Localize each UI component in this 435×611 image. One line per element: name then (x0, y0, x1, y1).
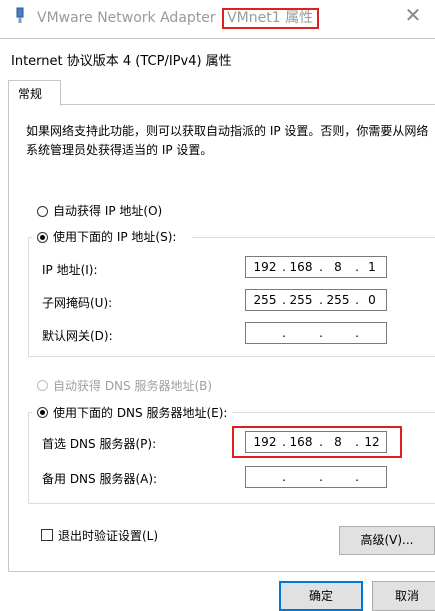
auto-dns-radio[interactable] (37, 380, 48, 391)
close-icon[interactable]: ✕ (401, 3, 425, 27)
alternate-dns-field[interactable]: . . . (245, 466, 387, 488)
auto-dns-label[interactable]: 自动获得 DNS 服务器地址(B) (53, 377, 212, 394)
gateway-field[interactable]: . . . (245, 322, 387, 344)
octet-separator: . (319, 326, 323, 340)
validate-on-exit-checkbox[interactable] (41, 529, 53, 541)
outer-window-title-highlight: VMnet1 属性 (222, 8, 320, 29)
ok-button[interactable]: 确定 (279, 581, 363, 611)
auto-ip-label[interactable]: 自动获得 IP 地址(O) (53, 202, 162, 219)
cancel-button[interactable]: 取消 (372, 581, 435, 611)
advanced-button[interactable]: 高级(V)... (339, 526, 435, 555)
outer-window-title: VMware Network Adapter VMnet1 属性 (37, 7, 320, 29)
octet-separator: . (319, 470, 323, 484)
tab-general-label: 常规 (18, 87, 43, 101)
subnet-mask-octet-2[interactable]: 255 (286, 293, 316, 307)
octet-separator: . (282, 326, 286, 340)
octet-separator: . (282, 470, 286, 484)
subnet-mask-octet-1[interactable]: 255 (250, 293, 280, 307)
ip-address-octet-2[interactable]: 168 (286, 260, 316, 274)
gateway-label: 默认网关(D): (42, 329, 113, 343)
subnet-mask-octet-3[interactable]: 255 (323, 293, 353, 307)
description-text: 如果网络支持此功能，则可以获取自动指派的 IP 设置。否则，你需要从网络系统管理… (26, 124, 429, 157)
ip-address-octet-1[interactable]: 192 (250, 260, 280, 274)
dialog-title: Internet 协议版本 4 (TCP/IPv4) 属性 (11, 54, 232, 69)
network-adapter-icon (16, 7, 24, 23)
subnet-mask-octet-4[interactable]: 0 (357, 293, 387, 307)
tab-general[interactable]: 常规 (8, 80, 61, 106)
outer-window-title-prefix: VMware Network Adapter (37, 10, 221, 26)
subnet-mask-label: 子网掩码(U): (42, 296, 113, 310)
ip-address-label: IP 地址(I): (42, 263, 98, 277)
ip-address-octet-4[interactable]: 1 (357, 260, 387, 274)
validate-on-exit-label[interactable]: 退出时验证设置(L) (58, 527, 158, 544)
octet-separator: . (355, 326, 359, 340)
alternate-dns-label: 备用 DNS 服务器(A): (42, 472, 158, 486)
auto-ip-radio[interactable] (37, 206, 48, 217)
manual-ip-label[interactable]: 使用下面的 IP 地址(S): (53, 228, 176, 245)
manual-dns-label[interactable]: 使用下面的 DNS 服务器地址(E): (53, 404, 227, 421)
ip-address-octet-3[interactable]: 8 (323, 260, 353, 274)
octet-separator: . (355, 470, 359, 484)
subnet-mask-field[interactable]: 255 . 255 . 255 . 0 (245, 289, 387, 311)
preferred-dns-label: 首选 DNS 服务器(P): (42, 437, 157, 451)
manual-dns-radio[interactable] (37, 407, 48, 418)
manual-ip-radio[interactable] (37, 232, 48, 243)
preferred-dns-highlight-box (232, 426, 402, 458)
ip-address-field[interactable]: 192 . 168 . 8 . 1 (245, 256, 387, 278)
